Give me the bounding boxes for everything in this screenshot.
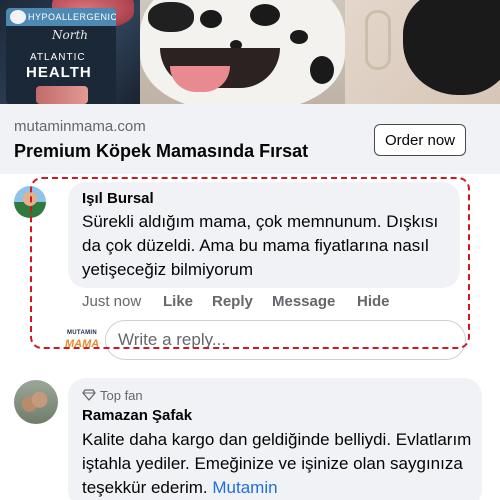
dog-photo [140, 0, 345, 104]
order-now-button[interactable]: Order now [374, 124, 466, 156]
package-line2: HEALTH [26, 64, 92, 81]
package-window [36, 86, 88, 104]
package-line1: ATLANTIC [30, 52, 86, 63]
dog-spot [250, 4, 280, 26]
product-photo: HYPOALLERGENIC North ATLANTIC HEALTH [0, 0, 140, 104]
food-package: HYPOALLERGENIC North ATLANTIC HEALTH [6, 8, 116, 104]
cup-decoration [365, 10, 391, 70]
link-title[interactable]: Premium Köpek Mamasında Fırsat [14, 141, 308, 162]
link-domain: mutaminmama.com [14, 118, 146, 135]
highlight-annotation [30, 177, 470, 349]
dark-object [403, 0, 500, 95]
diamond-icon [82, 389, 96, 401]
comment-text: Kalite daha kargo dan geldiğinde belliyd… [82, 428, 474, 500]
background-photo [345, 0, 500, 104]
dog-nose [148, 2, 194, 32]
ad-image[interactable]: HYPOALLERGENIC North ATLANTIC HEALTH [0, 0, 500, 104]
gluten-free-badge-icon [10, 10, 26, 24]
comment-author[interactable]: Ramazan Şafak [82, 407, 192, 424]
dog-spot [290, 30, 308, 44]
package-label-top: HYPOALLERGENIC [28, 12, 116, 22]
mention-link[interactable]: Mutamin [212, 478, 277, 497]
avatar[interactable] [14, 380, 58, 424]
dog-spot [310, 56, 334, 84]
dog-spot [200, 10, 222, 28]
package-script: North [52, 28, 89, 42]
badge-label: Top fan [100, 388, 143, 403]
